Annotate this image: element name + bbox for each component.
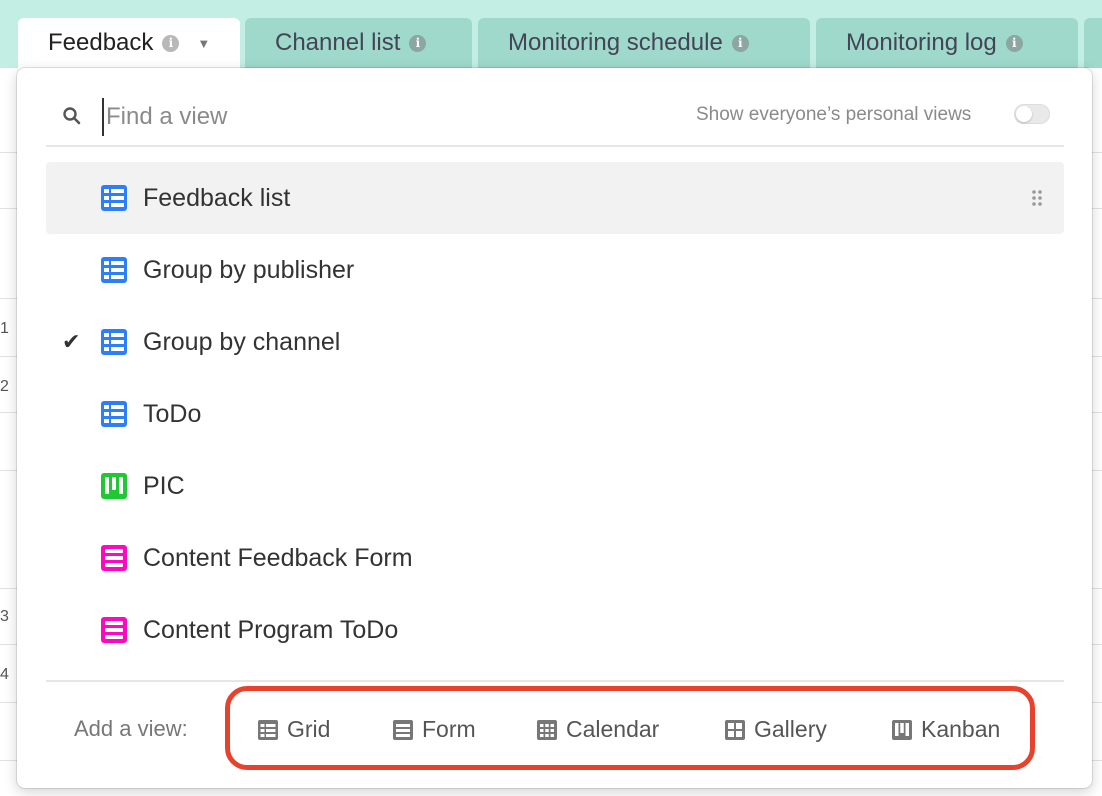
view-item-content-program-todo[interactable]: Content Program ToDo	[46, 594, 1064, 666]
tab-label: Channel list	[275, 29, 401, 56]
view-label: ToDo	[143, 399, 202, 428]
grid-icon	[258, 719, 278, 740]
view-label: Group by publisher	[143, 255, 355, 284]
view-list: Feedback list Group by publisher ✔ Group…	[46, 162, 1064, 666]
view-label: Content Feedback Form	[143, 543, 413, 572]
view-label: Content Program ToDo	[143, 615, 399, 644]
view-item-content-feedback-form[interactable]: Content Feedback Form	[46, 522, 1064, 594]
checkmark-icon: ✔	[62, 329, 81, 354]
tab-label: Monitoring log	[846, 29, 997, 56]
add-view-option-label: Kanban	[921, 716, 1001, 742]
grid-view-icon	[101, 329, 127, 355]
view-search-input[interactable]	[102, 98, 628, 136]
table-tab-bar: Feedback i ▼ Channel list i Monitoring s…	[0, 0, 1102, 68]
form-view-icon	[101, 617, 127, 643]
grid-view-icon	[101, 185, 127, 211]
view-item-group-by-publisher[interactable]: Group by publisher	[46, 234, 1064, 306]
add-view-option-label: Calendar	[566, 716, 660, 742]
add-view-option-label: Form	[422, 716, 476, 742]
add-calendar-view-button[interactable]: Calendar	[536, 716, 659, 743]
view-item-pic[interactable]: PIC	[46, 450, 1064, 522]
tab-label: Monitoring schedule	[508, 29, 723, 56]
view-item-feedback-list[interactable]: Feedback list	[46, 162, 1064, 234]
search-divider	[46, 145, 1064, 147]
footer-divider	[46, 680, 1064, 682]
grid-view-icon	[101, 257, 127, 283]
add-kanban-view-button[interactable]: Kanban	[891, 716, 1000, 743]
add-grid-view-button[interactable]: Grid	[257, 716, 330, 743]
kanban-view-icon	[101, 473, 127, 499]
personal-views-label: Show everyone’s personal views	[696, 104, 972, 125]
info-icon[interactable]: i	[162, 34, 180, 52]
form-icon	[393, 719, 413, 740]
kanban-icon	[892, 719, 912, 740]
add-gallery-view-button[interactable]: Gallery	[724, 716, 827, 743]
row-number: 2	[0, 378, 9, 395]
add-view-label: Add a view:	[74, 716, 188, 741]
personal-views-toggle[interactable]	[1014, 104, 1050, 124]
tab-monitoring-log[interactable]: Monitoring log i	[816, 18, 1078, 68]
tab-channel-list[interactable]: Channel list i	[245, 18, 472, 68]
info-icon[interactable]: i	[731, 34, 749, 52]
row-number: 4	[0, 666, 9, 683]
view-search-row: Show everyone’s personal views	[46, 96, 1064, 136]
view-label: Feedback list	[143, 183, 291, 212]
add-view-option-label: Gallery	[754, 716, 827, 742]
view-label: PIC	[143, 471, 185, 500]
row-number: 1	[0, 320, 9, 337]
tab-label: Feedback	[48, 29, 154, 56]
search-icon	[63, 107, 81, 125]
gallery-icon	[725, 719, 745, 740]
tab-overflow[interactable]	[1084, 18, 1102, 68]
add-form-view-button[interactable]: Form	[392, 716, 476, 743]
view-label: Group by channel	[143, 327, 341, 356]
add-view-option-label: Grid	[287, 716, 331, 742]
calendar-icon	[537, 719, 557, 740]
grid-view-icon	[101, 401, 127, 427]
view-item-group-by-channel[interactable]: ✔ Group by channel	[46, 306, 1064, 378]
view-item-todo[interactable]: ToDo	[46, 378, 1064, 450]
views-dropdown: Show everyone’s personal views Feedback …	[17, 68, 1092, 788]
caret-down-icon[interactable]: ▼	[197, 36, 210, 51]
info-icon[interactable]: i	[409, 34, 427, 52]
form-view-icon	[101, 545, 127, 571]
tab-feedback[interactable]: Feedback i ▼	[18, 18, 240, 68]
toggle-knob	[1016, 106, 1032, 122]
row-number: 3	[0, 608, 9, 625]
drag-handle-icon[interactable]	[1030, 188, 1044, 208]
info-icon[interactable]: i	[1005, 34, 1023, 52]
tab-monitoring-schedule[interactable]: Monitoring schedule i	[478, 18, 810, 68]
